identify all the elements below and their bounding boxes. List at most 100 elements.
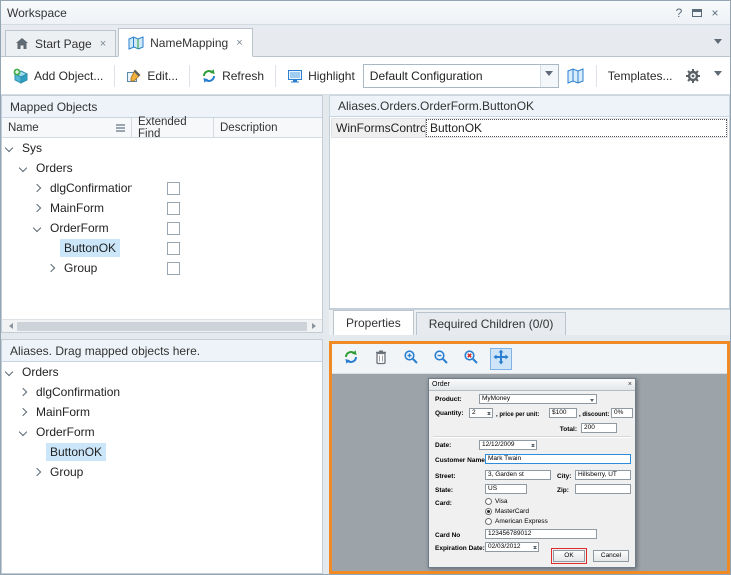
tab-required-children[interactable]: Required Children (0/0) <box>416 312 567 335</box>
tree-node-label: dlgConfirmation <box>32 383 124 401</box>
help-button[interactable]: ? <box>670 4 688 22</box>
preview-zoom-in-button[interactable] <box>400 348 422 370</box>
highlight-label: Highlight <box>308 69 355 83</box>
preview-refresh-button[interactable] <box>340 348 362 370</box>
tab-properties[interactable]: Properties <box>333 310 414 335</box>
collapse-chevron-icon[interactable] <box>19 164 27 172</box>
collapse-chevron-icon[interactable] <box>5 144 13 152</box>
tree-node-label: MainForm <box>32 403 94 421</box>
tree-node-label: OrderForm <box>32 423 99 441</box>
card-no-field: 123456789012 <box>485 529 597 539</box>
tree-item-sys[interactable]: Sys <box>2 138 322 158</box>
tree-item-buttonok[interactable]: ButtonOK <box>2 442 322 462</box>
radio-label: American Express <box>495 518 548 525</box>
ok-button-highlight: OK <box>551 548 587 564</box>
edit-button[interactable]: Edit... <box>122 64 182 88</box>
mapping-refresh-button[interactable] <box>563 64 589 88</box>
collapse-chevron-icon[interactable] <box>5 368 13 376</box>
tab-close-icon[interactable]: × <box>100 38 106 50</box>
object-editor-row[interactable]: WinFormsControl ButtonOK <box>331 118 728 138</box>
templates-button[interactable]: Templates... <box>604 65 677 87</box>
tab-list-dropdown-icon[interactable] <box>714 37 722 51</box>
preview-zoom-reset-button[interactable] <box>460 348 482 370</box>
extended-find-checkbox[interactable] <box>167 242 180 255</box>
expand-chevron-icon[interactable] <box>19 408 27 416</box>
preview-toolbar <box>332 344 727 374</box>
card-option-american-express: American Express <box>485 517 548 525</box>
expand-chevron-icon[interactable] <box>33 204 41 212</box>
configuration-value: Default Configuration <box>364 69 540 83</box>
edit-label: Edit... <box>147 69 178 83</box>
sort-icon[interactable] <box>116 123 125 132</box>
column-header-extended-find[interactable]: Extended Find <box>132 118 214 137</box>
tree-name-cell: ButtonOK <box>2 443 322 461</box>
tab-close-icon[interactable]: × <box>236 37 242 49</box>
tree-item-orderform[interactable]: OrderForm <box>2 218 322 238</box>
extended-find-checkbox[interactable] <box>167 202 180 215</box>
editor-tabstrip: Properties Required Children (0/0) <box>329 309 730 335</box>
configuration-combobox[interactable]: Default Configuration <box>363 64 559 88</box>
extended-find-checkbox[interactable] <box>167 262 180 275</box>
right-column: Aliases.Orders.OrderForm.ButtonOK WinFor… <box>329 95 730 574</box>
restore-button[interactable] <box>688 4 706 22</box>
tree-item-mainform[interactable]: MainForm <box>2 402 322 422</box>
tree-item-group[interactable]: Group <box>2 258 322 278</box>
object-path-bar: Aliases.Orders.OrderForm.ButtonOK <box>329 95 730 117</box>
add-object-button[interactable]: Add Object... <box>9 64 107 88</box>
preview-delete-button[interactable] <box>370 348 392 370</box>
expand-chevron-icon[interactable] <box>19 388 27 396</box>
tree-item-mainform[interactable]: MainForm <box>2 198 322 218</box>
preview-zoom-out-button[interactable] <box>430 348 452 370</box>
collapse-chevron-icon[interactable] <box>19 428 27 436</box>
scroll-right-icon[interactable] <box>308 320 322 332</box>
object-name-cell[interactable]: ButtonOK <box>426 119 727 137</box>
scrollbar-thumb[interactable] <box>17 322 307 331</box>
horizontal-scrollbar[interactable] <box>2 319 322 332</box>
collapse-chevron-icon[interactable] <box>33 224 41 232</box>
toolbar-separator <box>275 65 276 87</box>
city-field: Hillsberry, UT <box>575 470 631 480</box>
column-header-description[interactable]: Description <box>214 118 322 137</box>
extended-find-cell <box>132 222 214 235</box>
dialog-separator <box>433 436 631 438</box>
extended-find-checkbox[interactable] <box>167 222 180 235</box>
highlight-button[interactable]: Highlight <box>283 64 359 88</box>
tree-item-group[interactable]: Group <box>2 462 322 482</box>
preview-pan-button[interactable] <box>490 348 512 370</box>
combo-dropdown-icon[interactable] <box>540 65 558 87</box>
tab-namemapping[interactable]: NameMapping × <box>118 28 252 57</box>
product-combobox: MyMoney <box>479 394 597 404</box>
tree-item-dlgconfirmation[interactable]: dlgConfirmation <box>2 178 322 198</box>
extended-find-cell <box>132 262 214 275</box>
city-label: City: <box>557 473 571 481</box>
tree-node-label: MainForm <box>46 199 108 217</box>
total-label: Total: <box>547 426 577 434</box>
restore-icon <box>692 9 702 17</box>
price-field: $100 <box>549 408 577 418</box>
expand-chevron-icon[interactable] <box>47 264 55 272</box>
close-button[interactable]: × <box>706 4 724 22</box>
toolbar-overflow-icon[interactable] <box>714 69 722 83</box>
mapped-objects-panel: Mapped Objects Name Extended Find Descri… <box>1 95 323 333</box>
tree-item-orderform[interactable]: OrderForm <box>2 422 322 442</box>
preview-canvas: Order × Product: MyMoney Quantity: 2 , p… <box>332 374 727 571</box>
tree-item-orders[interactable]: Orders <box>2 362 322 382</box>
tree-node-label: Group <box>60 259 101 277</box>
expand-chevron-icon[interactable] <box>33 468 41 476</box>
home-icon <box>15 37 29 50</box>
tree-item-dlgconfirmation[interactable]: dlgConfirmation <box>2 382 322 402</box>
product-label: Product: <box>435 396 462 404</box>
tree-item-orders[interactable]: Orders <box>2 158 322 178</box>
scroll-left-icon[interactable] <box>2 320 16 332</box>
quantity-label: Quantity: <box>435 410 464 418</box>
highlight-icon <box>287 68 303 84</box>
tab-start-page[interactable]: Start Page × <box>5 30 116 57</box>
expand-chevron-icon[interactable] <box>33 184 41 192</box>
extended-find-checkbox[interactable] <box>167 182 180 195</box>
tree-item-buttonok[interactable]: ButtonOK <box>2 238 322 258</box>
object-editor-area: WinFormsControl ButtonOK <box>329 117 730 309</box>
column-header-name[interactable]: Name <box>2 118 132 137</box>
settings-button[interactable] <box>681 64 705 88</box>
refresh-button[interactable]: Refresh <box>197 64 268 88</box>
main-toolbar: Add Object... Edit... <box>1 57 730 95</box>
